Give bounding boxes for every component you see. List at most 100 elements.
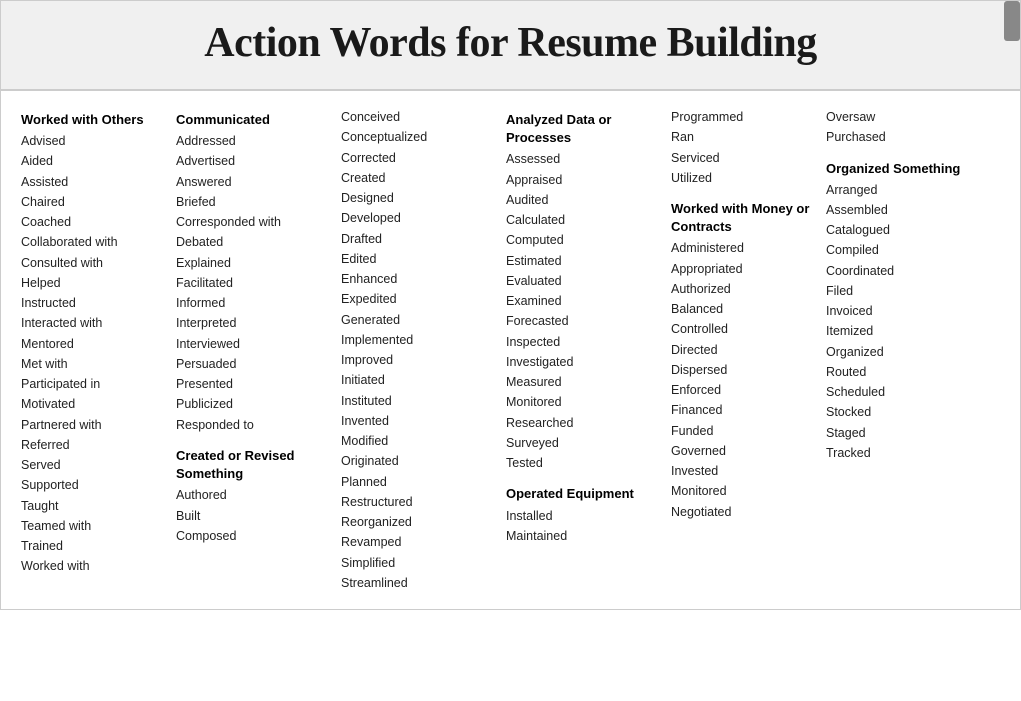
word-item: Implemented xyxy=(341,330,490,350)
word-item: Audited xyxy=(506,190,655,210)
word-item: Explained xyxy=(176,253,325,273)
section-header: Communicated xyxy=(176,111,325,129)
word-item: Originated xyxy=(341,451,490,471)
word-item: Generated xyxy=(341,310,490,330)
word-item: Improved xyxy=(341,350,490,370)
word-item: Planned xyxy=(341,472,490,492)
section-header: Operated Equipment xyxy=(506,485,655,503)
word-item: Tracked xyxy=(826,443,965,463)
word-item: Enhanced xyxy=(341,269,490,289)
word-item: Appropriated xyxy=(671,259,810,279)
word-item: Administered xyxy=(671,238,810,258)
word-item: Invested xyxy=(671,461,810,481)
word-item: Organized xyxy=(826,342,965,362)
word-item: Worked with xyxy=(21,556,160,576)
word-item: Trained xyxy=(21,536,160,556)
word-item: Collaborated with xyxy=(21,232,160,252)
word-item: Directed xyxy=(671,340,810,360)
word-item: Stocked xyxy=(826,402,965,422)
word-item: Coached xyxy=(21,212,160,232)
word-item: Authorized xyxy=(671,279,810,299)
word-item: Facilitated xyxy=(176,273,325,293)
word-item: Assisted xyxy=(21,172,160,192)
word-item: Surveyed xyxy=(506,433,655,453)
word-item: Purchased xyxy=(826,127,965,147)
word-item: Governed xyxy=(671,441,810,461)
word-item: Inspected xyxy=(506,332,655,352)
word-item: Filed xyxy=(826,281,965,301)
word-item: Forecasted xyxy=(506,311,655,331)
word-item: Routed xyxy=(826,362,965,382)
word-item: Invoiced xyxy=(826,301,965,321)
word-item: Computed xyxy=(506,230,655,250)
word-item: Designed xyxy=(341,188,490,208)
word-item: Catalogued xyxy=(826,220,965,240)
word-item: Persuaded xyxy=(176,354,325,374)
word-item: Installed xyxy=(506,506,655,526)
word-item: Drafted xyxy=(341,229,490,249)
word-item: Monitored xyxy=(671,481,810,501)
word-item: Funded xyxy=(671,421,810,441)
word-item: Built xyxy=(176,506,325,526)
word-item: Met with xyxy=(21,354,160,374)
word-item: Coordinated xyxy=(826,261,965,281)
word-item: Ran xyxy=(671,127,810,147)
word-item: Itemized xyxy=(826,321,965,341)
word-item: Advised xyxy=(21,131,160,151)
word-item: Invented xyxy=(341,411,490,431)
word-item: Created xyxy=(341,168,490,188)
word-item: Financed xyxy=(671,400,810,420)
word-item: Instituted xyxy=(341,391,490,411)
word-item: Compiled xyxy=(826,240,965,260)
word-item: Corresponded with xyxy=(176,212,325,232)
word-item: Staged xyxy=(826,423,965,443)
word-item: Arranged xyxy=(826,180,965,200)
word-item: Appraised xyxy=(506,170,655,190)
word-item: Edited xyxy=(341,249,490,269)
word-item: Dispersed xyxy=(671,360,810,380)
word-item: Addressed xyxy=(176,131,325,151)
column-col5: ProgrammedRanServicedUtilizedWorked with… xyxy=(663,107,818,593)
word-item: Interacted with xyxy=(21,313,160,333)
word-item: Partnered with xyxy=(21,415,160,435)
word-item: Restructured xyxy=(341,492,490,512)
scrollbar[interactable] xyxy=(1004,1,1020,41)
word-item: Publicized xyxy=(176,394,325,414)
word-item: Examined xyxy=(506,291,655,311)
word-item: Mentored xyxy=(21,334,160,354)
word-item: Interviewed xyxy=(176,334,325,354)
section-header: Created or Revised Something xyxy=(176,447,325,483)
word-item: Estimated xyxy=(506,251,655,271)
section-header: Organized Something xyxy=(826,160,965,178)
page-wrapper: Action Words for Resume Building Worked … xyxy=(0,0,1021,610)
word-item: Helped xyxy=(21,273,160,293)
word-item: Corrected xyxy=(341,148,490,168)
content-area: Worked with Others AdvisedAidedAssistedCh… xyxy=(1,91,1020,609)
word-item: Aided xyxy=(21,151,160,171)
word-item: Controlled xyxy=(671,319,810,339)
word-item: Simplified xyxy=(341,553,490,573)
word-item: Monitored xyxy=(506,392,655,412)
word-item: Interpreted xyxy=(176,313,325,333)
word-item: Motivated xyxy=(21,394,160,414)
column-col2: CommunicatedAddressedAdvertisedAnsweredB… xyxy=(168,107,333,593)
word-item: Calculated xyxy=(506,210,655,230)
word-item: Programmed xyxy=(671,107,810,127)
word-item: Researched xyxy=(506,413,655,433)
word-item: Developed xyxy=(341,208,490,228)
word-item: Balanced xyxy=(671,299,810,319)
word-item: Served xyxy=(21,455,160,475)
word-item: Conceptualized xyxy=(341,127,490,147)
word-item: Scheduled xyxy=(826,382,965,402)
word-item: Assembled xyxy=(826,200,965,220)
word-item: Teamed with xyxy=(21,516,160,536)
column-col3: ConceivedConceptualizedCorrectedCreatedD… xyxy=(333,107,498,593)
word-item: Referred xyxy=(21,435,160,455)
word-item: Debated xyxy=(176,232,325,252)
word-item: Initiated xyxy=(341,370,490,390)
word-item: Investigated xyxy=(506,352,655,372)
word-item: Chaired xyxy=(21,192,160,212)
section-header: Worked with Others xyxy=(21,111,160,129)
word-item: Presented xyxy=(176,374,325,394)
word-item: Consulted with xyxy=(21,253,160,273)
